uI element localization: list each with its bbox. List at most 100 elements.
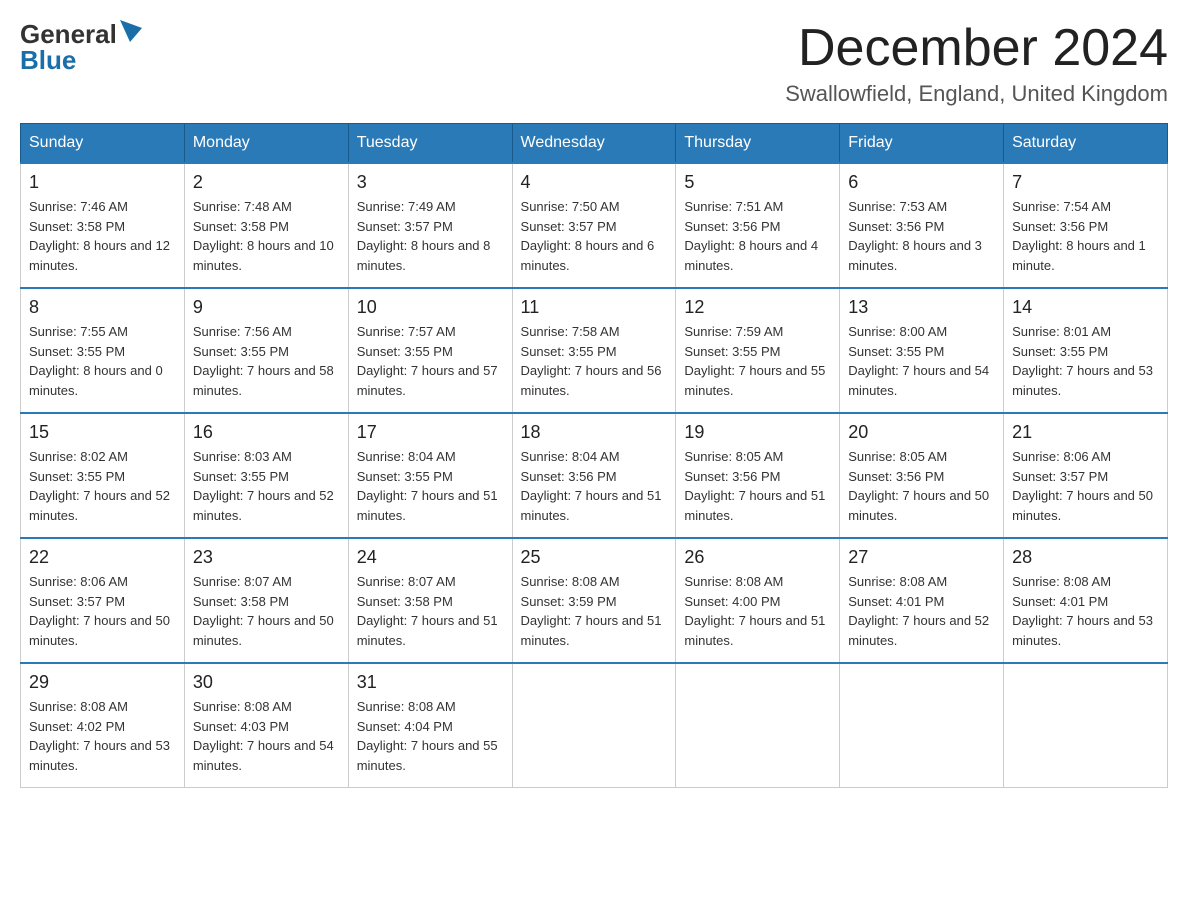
day-info: Sunrise: 8:07 AMSunset: 3:58 PMDaylight:… — [357, 572, 504, 650]
day-number: 30 — [193, 672, 340, 693]
day-info: Sunrise: 8:08 AMSunset: 4:01 PMDaylight:… — [1012, 572, 1159, 650]
col-thursday: Thursday — [676, 124, 840, 164]
day-number: 11 — [521, 297, 668, 318]
calendar-week-row: 22 Sunrise: 8:06 AMSunset: 3:57 PMDaylig… — [21, 538, 1168, 663]
day-number: 1 — [29, 172, 176, 193]
table-row: 22 Sunrise: 8:06 AMSunset: 3:57 PMDaylig… — [21, 538, 185, 663]
location-subtitle: Swallowfield, England, United Kingdom — [785, 81, 1168, 107]
table-row: 7 Sunrise: 7:54 AMSunset: 3:56 PMDayligh… — [1004, 163, 1168, 288]
day-info: Sunrise: 8:08 AMSunset: 4:00 PMDaylight:… — [684, 572, 831, 650]
day-number: 24 — [357, 547, 504, 568]
day-info: Sunrise: 7:58 AMSunset: 3:55 PMDaylight:… — [521, 322, 668, 400]
day-info: Sunrise: 7:53 AMSunset: 3:56 PMDaylight:… — [848, 197, 995, 275]
day-number: 28 — [1012, 547, 1159, 568]
day-info: Sunrise: 8:06 AMSunset: 3:57 PMDaylight:… — [1012, 447, 1159, 525]
table-row: 2 Sunrise: 7:48 AMSunset: 3:58 PMDayligh… — [184, 163, 348, 288]
day-info: Sunrise: 7:55 AMSunset: 3:55 PMDaylight:… — [29, 322, 176, 400]
calendar-week-row: 8 Sunrise: 7:55 AMSunset: 3:55 PMDayligh… — [21, 288, 1168, 413]
day-number: 23 — [193, 547, 340, 568]
header: General Blue December 2024 Swallowfield,… — [20, 20, 1168, 107]
day-number: 12 — [684, 297, 831, 318]
table-row: 16 Sunrise: 8:03 AMSunset: 3:55 PMDaylig… — [184, 413, 348, 538]
day-number: 29 — [29, 672, 176, 693]
day-number: 21 — [1012, 422, 1159, 443]
day-number: 16 — [193, 422, 340, 443]
title-area: December 2024 Swallowfield, England, Uni… — [785, 20, 1168, 107]
table-row: 15 Sunrise: 8:02 AMSunset: 3:55 PMDaylig… — [21, 413, 185, 538]
day-info: Sunrise: 7:56 AMSunset: 3:55 PMDaylight:… — [193, 322, 340, 400]
col-saturday: Saturday — [1004, 124, 1168, 164]
day-info: Sunrise: 8:01 AMSunset: 3:55 PMDaylight:… — [1012, 322, 1159, 400]
calendar-table: Sunday Monday Tuesday Wednesday Thursday… — [20, 123, 1168, 788]
table-row: 1 Sunrise: 7:46 AMSunset: 3:58 PMDayligh… — [21, 163, 185, 288]
logo: General Blue — [20, 20, 142, 73]
day-number: 17 — [357, 422, 504, 443]
day-info: Sunrise: 8:06 AMSunset: 3:57 PMDaylight:… — [29, 572, 176, 650]
day-number: 6 — [848, 172, 995, 193]
calendar-week-row: 29 Sunrise: 8:08 AMSunset: 4:02 PMDaylig… — [21, 663, 1168, 788]
day-info: Sunrise: 7:51 AMSunset: 3:56 PMDaylight:… — [684, 197, 831, 275]
day-number: 27 — [848, 547, 995, 568]
day-number: 18 — [521, 422, 668, 443]
table-row: 5 Sunrise: 7:51 AMSunset: 3:56 PMDayligh… — [676, 163, 840, 288]
col-wednesday: Wednesday — [512, 124, 676, 164]
day-info: Sunrise: 8:07 AMSunset: 3:58 PMDaylight:… — [193, 572, 340, 650]
calendar-week-row: 1 Sunrise: 7:46 AMSunset: 3:58 PMDayligh… — [21, 163, 1168, 288]
col-tuesday: Tuesday — [348, 124, 512, 164]
table-row: 31 Sunrise: 8:08 AMSunset: 4:04 PMDaylig… — [348, 663, 512, 788]
day-number: 22 — [29, 547, 176, 568]
calendar-header-row: Sunday Monday Tuesday Wednesday Thursday… — [21, 124, 1168, 164]
day-number: 26 — [684, 547, 831, 568]
day-number: 9 — [193, 297, 340, 318]
day-info: Sunrise: 8:00 AMSunset: 3:55 PMDaylight:… — [848, 322, 995, 400]
day-number: 31 — [357, 672, 504, 693]
day-info: Sunrise: 8:04 AMSunset: 3:55 PMDaylight:… — [357, 447, 504, 525]
table-row: 17 Sunrise: 8:04 AMSunset: 3:55 PMDaylig… — [348, 413, 512, 538]
table-row: 19 Sunrise: 8:05 AMSunset: 3:56 PMDaylig… — [676, 413, 840, 538]
table-row — [1004, 663, 1168, 788]
table-row — [840, 663, 1004, 788]
day-info: Sunrise: 8:08 AMSunset: 4:01 PMDaylight:… — [848, 572, 995, 650]
table-row: 18 Sunrise: 8:04 AMSunset: 3:56 PMDaylig… — [512, 413, 676, 538]
day-number: 10 — [357, 297, 504, 318]
day-info: Sunrise: 8:08 AMSunset: 4:02 PMDaylight:… — [29, 697, 176, 775]
table-row — [676, 663, 840, 788]
table-row: 27 Sunrise: 8:08 AMSunset: 4:01 PMDaylig… — [840, 538, 1004, 663]
table-row: 8 Sunrise: 7:55 AMSunset: 3:55 PMDayligh… — [21, 288, 185, 413]
logo-blue-text: Blue — [20, 47, 76, 73]
table-row: 26 Sunrise: 8:08 AMSunset: 4:00 PMDaylig… — [676, 538, 840, 663]
calendar-week-row: 15 Sunrise: 8:02 AMSunset: 3:55 PMDaylig… — [21, 413, 1168, 538]
day-info: Sunrise: 8:05 AMSunset: 3:56 PMDaylight:… — [848, 447, 995, 525]
day-number: 5 — [684, 172, 831, 193]
table-row: 24 Sunrise: 8:07 AMSunset: 3:58 PMDaylig… — [348, 538, 512, 663]
day-number: 20 — [848, 422, 995, 443]
table-row: 29 Sunrise: 8:08 AMSunset: 4:02 PMDaylig… — [21, 663, 185, 788]
day-number: 2 — [193, 172, 340, 193]
day-info: Sunrise: 8:02 AMSunset: 3:55 PMDaylight:… — [29, 447, 176, 525]
day-info: Sunrise: 7:54 AMSunset: 3:56 PMDaylight:… — [1012, 197, 1159, 275]
table-row: 28 Sunrise: 8:08 AMSunset: 4:01 PMDaylig… — [1004, 538, 1168, 663]
day-number: 19 — [684, 422, 831, 443]
month-title: December 2024 — [785, 20, 1168, 77]
day-number: 7 — [1012, 172, 1159, 193]
day-info: Sunrise: 7:57 AMSunset: 3:55 PMDaylight:… — [357, 322, 504, 400]
day-info: Sunrise: 7:50 AMSunset: 3:57 PMDaylight:… — [521, 197, 668, 275]
table-row: 9 Sunrise: 7:56 AMSunset: 3:55 PMDayligh… — [184, 288, 348, 413]
day-number: 15 — [29, 422, 176, 443]
day-info: Sunrise: 7:59 AMSunset: 3:55 PMDaylight:… — [684, 322, 831, 400]
day-info: Sunrise: 8:04 AMSunset: 3:56 PMDaylight:… — [521, 447, 668, 525]
day-info: Sunrise: 8:03 AMSunset: 3:55 PMDaylight:… — [193, 447, 340, 525]
table-row: 6 Sunrise: 7:53 AMSunset: 3:56 PMDayligh… — [840, 163, 1004, 288]
day-number: 8 — [29, 297, 176, 318]
logo-arrow-icon — [120, 20, 142, 42]
day-number: 14 — [1012, 297, 1159, 318]
day-info: Sunrise: 7:46 AMSunset: 3:58 PMDaylight:… — [29, 197, 176, 275]
table-row: 11 Sunrise: 7:58 AMSunset: 3:55 PMDaylig… — [512, 288, 676, 413]
table-row: 23 Sunrise: 8:07 AMSunset: 3:58 PMDaylig… — [184, 538, 348, 663]
table-row: 25 Sunrise: 8:08 AMSunset: 3:59 PMDaylig… — [512, 538, 676, 663]
table-row: 4 Sunrise: 7:50 AMSunset: 3:57 PMDayligh… — [512, 163, 676, 288]
table-row: 20 Sunrise: 8:05 AMSunset: 3:56 PMDaylig… — [840, 413, 1004, 538]
day-info: Sunrise: 8:08 AMSunset: 3:59 PMDaylight:… — [521, 572, 668, 650]
table-row: 30 Sunrise: 8:08 AMSunset: 4:03 PMDaylig… — [184, 663, 348, 788]
day-number: 3 — [357, 172, 504, 193]
